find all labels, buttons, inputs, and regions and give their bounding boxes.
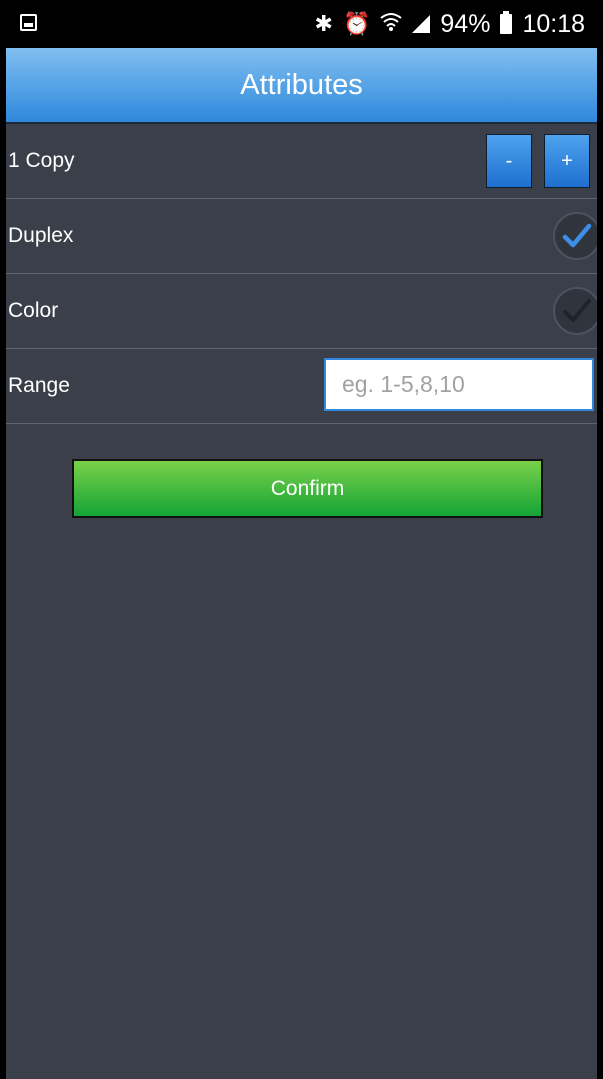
range-input[interactable] — [324, 358, 594, 411]
app-screen: ✱ ⏰ 94% 10:18 Attributes 1 Copy - + Dupl… — [6, 0, 597, 1079]
alarm-icon: ⏰ — [342, 11, 371, 36]
increment-copies-button[interactable]: + — [544, 134, 590, 188]
checkmark-icon — [562, 223, 592, 248]
decrement-copies-button[interactable]: - — [486, 134, 532, 188]
wifi-icon — [380, 12, 403, 36]
checkmark-icon — [563, 299, 591, 322]
duplex-label: Duplex — [8, 224, 74, 247]
gallery-icon — [20, 14, 37, 31]
duplex-checkbox[interactable] — [553, 212, 597, 260]
battery-icon — [500, 11, 513, 34]
color-row: Color — [6, 274, 597, 349]
clock: 10:18 — [522, 9, 585, 38]
status-bar: ✱ ⏰ 94% 10:18 — [6, 0, 597, 48]
range-row: Range — [6, 349, 597, 424]
title-bar: Attributes — [6, 48, 597, 124]
color-label: Color — [8, 299, 59, 322]
bluetooth-icon: ✱ — [314, 11, 333, 36]
range-label: Range — [8, 374, 70, 397]
copies-label: 1 Copy — [8, 149, 75, 172]
signal-icon — [412, 15, 431, 33]
status-icons: ✱ ⏰ 94% 10:18 — [315, 0, 585, 48]
copies-row: 1 Copy - + — [6, 124, 597, 199]
confirm-button[interactable]: Confirm — [72, 459, 543, 518]
color-checkbox[interactable] — [553, 287, 597, 335]
battery-percent: 94% — [440, 9, 491, 38]
page-title: Attributes — [240, 68, 363, 101]
duplex-row: Duplex — [6, 199, 597, 274]
